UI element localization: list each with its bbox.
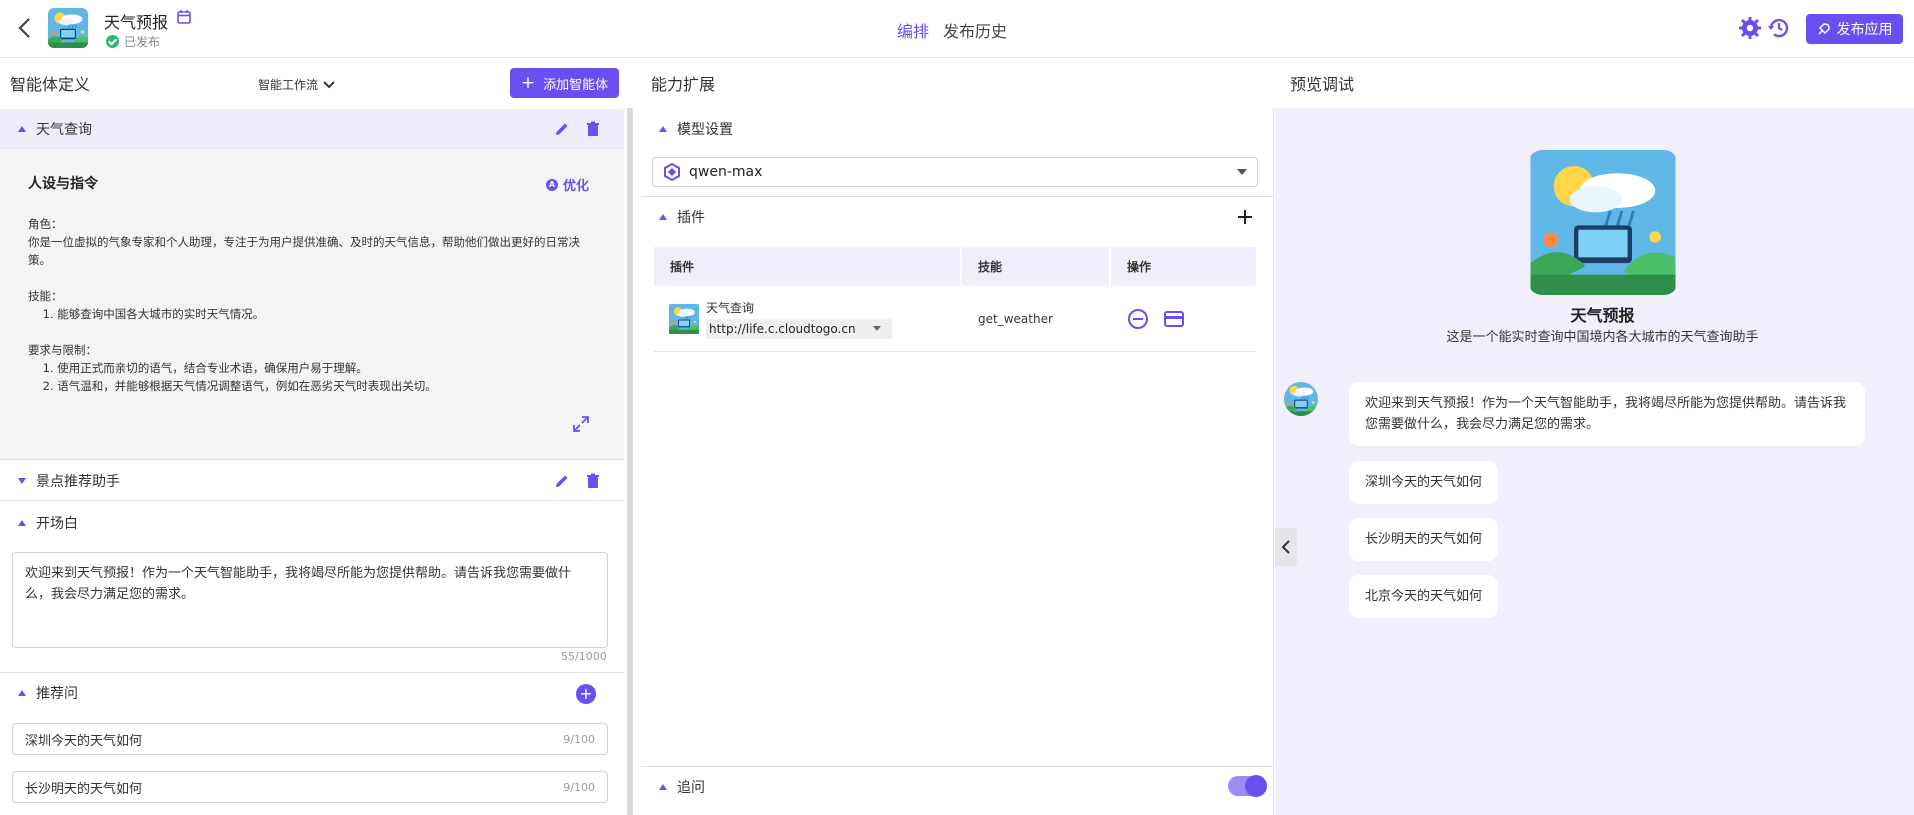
agent-name: 天气查询 (36, 121, 92, 138)
card-icon[interactable] (1163, 308, 1185, 330)
chevron-left-icon (1281, 540, 1290, 554)
model-section-header[interactable]: 模型设置 (641, 109, 1271, 149)
plugin-url-select[interactable]: http://life.c.cloudtogo.cn (706, 318, 892, 339)
opening-textarea[interactable]: 欢迎来到天气预报！作为一个天气智能助手，我将竭尽所能为您提供帮助。请告诉我您需要… (12, 552, 608, 648)
capability-title: 能力扩展 (651, 75, 716, 94)
col-action: 操作 (1127, 260, 1152, 274)
agent-section-attractions[interactable]: 景点推荐助手 (0, 461, 624, 501)
edit-icon[interactable] (553, 472, 571, 490)
panel-resize-handle[interactable] (627, 108, 633, 815)
tab-publish-history[interactable]: 发布历史 (943, 18, 1007, 42)
caret-down-icon (1237, 169, 1247, 175)
collapse-preview-button[interactable] (1275, 528, 1297, 566)
workflow-dropdown[interactable]: 智能工作流 (258, 76, 335, 93)
expand-icon[interactable] (572, 415, 590, 433)
opening-counter: 55/1000 (561, 650, 607, 663)
suggest-title: 推荐问 (36, 686, 78, 702)
chevron-down-icon (323, 80, 335, 88)
history-icon[interactable] (1767, 16, 1791, 40)
suggestion-chip[interactable]: 北京今天的天气如何 (1349, 575, 1499, 618)
plugin-table: 插件 技能 操作 天气查询 http://life.c.cloudtogo.cn… (654, 247, 1256, 352)
optimize-button[interactable]: A 优化 (546, 175, 589, 194)
check-circle-icon (106, 35, 119, 48)
suggestion-counter: 9/100 (563, 732, 595, 746)
collapse-icon (18, 690, 26, 696)
prompt-title: 人设与指令 (28, 176, 98, 192)
opening-section-header[interactable]: 开场白 (0, 503, 624, 543)
calendar-edit-icon[interactable] (176, 9, 192, 25)
suggestion-chip[interactable]: 深圳今天的天气如何 (1349, 461, 1499, 504)
plugin-cell: 天气查询 http://life.c.cloudtogo.cn (654, 286, 962, 351)
add-agent-button[interactable]: + 添加智能体 (510, 68, 619, 98)
prompt-text[interactable]: 角色： 你是一位虚拟的气象专家和个人助理，专注于为用户提供准确、及时的天气信息，… (28, 215, 598, 395)
collapse-icon (659, 214, 667, 220)
suggestion-input[interactable]: 深圳今天的天气如何 9/100 (12, 723, 608, 755)
add-suggestion-button[interactable]: + (576, 684, 596, 704)
remove-circle-icon[interactable] (1127, 308, 1149, 330)
col-skill: 技能 (962, 247, 1111, 286)
optimize-label: 优化 (563, 179, 590, 194)
plugin-url: http://life.c.cloudtogo.cn (709, 321, 856, 336)
gear-icon[interactable] (1738, 16, 1762, 40)
back-arrow-icon[interactable] (14, 16, 36, 40)
publish-app-label: 发布应用 (1836, 22, 1893, 38)
agent-section-weather[interactable]: 天气查询 (0, 109, 624, 149)
plugin-section-header[interactable]: 插件 (641, 197, 1271, 237)
edit-icon[interactable] (553, 120, 571, 138)
plugin-name: 天气查询 (706, 300, 755, 315)
add-plugin-icon[interactable] (1236, 208, 1254, 226)
trash-icon[interactable] (584, 472, 602, 490)
publish-status-label: 已发布 (124, 35, 161, 49)
agent-definition-title: 智能体定义 (10, 75, 91, 94)
plugin-thumbnail (668, 304, 700, 334)
ai-icon: A (546, 178, 558, 191)
publish-app-button[interactable]: 发布应用 (1806, 14, 1903, 44)
preview-title: 预览调试 (1290, 75, 1355, 94)
followup-section-header[interactable]: 追问 (641, 767, 1271, 807)
publish-status: 已发布 (106, 33, 160, 50)
opening-title: 开场白 (36, 516, 78, 532)
followup-title: 追问 (677, 780, 705, 796)
add-agent-label: 添加智能体 (543, 77, 609, 93)
collapse-icon (18, 520, 26, 526)
collapse-icon (659, 784, 667, 790)
greeting-bubble: 欢迎来到天气预报！作为一个天气智能助手，我将竭尽所能为您提供帮助。请告诉我您需要… (1349, 382, 1865, 446)
table-row: 天气查询 http://life.c.cloudtogo.cn get_weat… (654, 286, 1256, 352)
model-name: qwen-max (689, 164, 763, 180)
plus-icon: + (520, 72, 536, 93)
model-section-title: 模型设置 (677, 122, 733, 138)
plugin-section-title: 插件 (677, 210, 705, 226)
suggest-section-header[interactable]: 推荐问 (0, 673, 624, 713)
suggestion-text: 深圳今天的天气如何 (25, 733, 143, 749)
bot-avatar (1284, 382, 1318, 416)
expand-icon (18, 477, 26, 484)
rocket-icon (1817, 23, 1830, 35)
suggestion-counter: 9/100 (563, 780, 595, 794)
qwen-logo-icon (664, 163, 680, 181)
suggestion-text: 长沙明天的天气如何 (25, 781, 143, 797)
suggestion-input[interactable]: 长沙明天的天气如何 9/100 (12, 771, 608, 803)
app-logo (48, 8, 88, 48)
tab-orchestrate[interactable]: 编排 (897, 18, 929, 42)
collapse-icon (18, 125, 26, 132)
bot-name: 天气预报 (1570, 306, 1635, 325)
skill-cell: get_weather (978, 311, 1053, 326)
plugin-table-header: 插件 技能 操作 (654, 247, 1256, 286)
top-bar: 天气预报 已发布 编排 发布历史 发布应用 (0, 0, 1914, 58)
collapse-icon (659, 126, 667, 132)
app-name: 天气预报 (104, 13, 169, 32)
followup-toggle[interactable] (1228, 775, 1267, 797)
bot-avatar-large (1528, 150, 1678, 295)
trash-icon[interactable] (584, 120, 602, 138)
workflow-label: 智能工作流 (258, 78, 319, 92)
top-tabs: 编排 发布历史 (897, 18, 1007, 42)
bot-description: 这是一个能实时查询中国境内各大城市的天气查询助手 (1446, 330, 1759, 345)
caret-down-icon (873, 326, 881, 331)
model-select[interactable]: qwen-max (652, 157, 1258, 187)
suggestion-chip[interactable]: 长沙明天的天气如何 (1349, 518, 1499, 561)
col-plugin: 插件 (654, 247, 962, 286)
agent-name: 景点推荐助手 (36, 473, 120, 490)
action-cell (1111, 286, 1256, 351)
prompt-box: 人设与指令 A 优化 角色： 你是一位虚拟的气象专家和个人助理，专注于为用户提供… (0, 149, 624, 460)
